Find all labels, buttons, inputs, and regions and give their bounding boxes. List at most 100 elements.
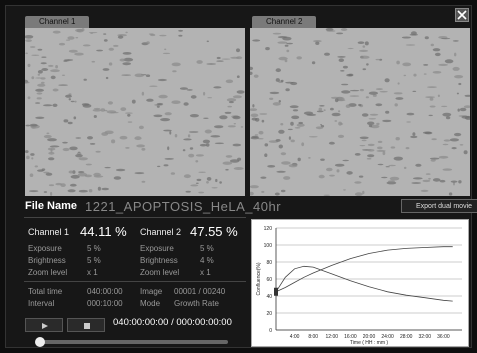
cell: [230, 56, 240, 59]
cell: [227, 125, 236, 128]
cell: [252, 39, 261, 42]
image-label: Image: [140, 287, 163, 296]
cell: [185, 190, 191, 193]
cell: [164, 158, 174, 160]
cell: [233, 167, 244, 170]
cell: [412, 177, 423, 180]
cell: [280, 79, 284, 83]
play-icon: [42, 323, 48, 329]
cell: [67, 36, 75, 40]
cell: [52, 88, 59, 92]
stop-button[interactable]: [67, 318, 105, 332]
tab-channel-1[interactable]: Channel 1: [25, 16, 90, 28]
cell: [164, 48, 167, 51]
cell: [163, 164, 169, 167]
cell: [82, 44, 91, 47]
cell: [259, 113, 268, 115]
tab-channel-2[interactable]: Channel 2: [252, 16, 317, 28]
cell: [122, 62, 131, 66]
cell: [178, 34, 183, 37]
close-icon: [457, 10, 467, 20]
cell: [387, 180, 396, 183]
cell: [377, 146, 383, 150]
cell: [292, 109, 299, 112]
cell: [68, 98, 71, 101]
cell: [206, 63, 217, 65]
cell: [346, 171, 353, 175]
cell: [393, 156, 403, 161]
cell: [401, 36, 411, 39]
cell: [127, 121, 133, 123]
cell: [396, 60, 400, 65]
cell: [40, 77, 46, 80]
cell: [31, 54, 40, 56]
cell: [134, 73, 145, 78]
divider: [24, 217, 246, 218]
stop-icon: [84, 323, 90, 329]
cell: [429, 97, 434, 101]
cell: [452, 66, 460, 71]
cell: [364, 41, 369, 46]
cell: [250, 185, 259, 189]
cell: [368, 91, 378, 95]
cell: [31, 157, 34, 160]
cell: [277, 36, 288, 39]
cell: [48, 64, 54, 67]
cell: [58, 42, 66, 46]
cell: [354, 192, 363, 196]
cell: [369, 113, 379, 116]
mode-label: Mode: [140, 299, 161, 308]
cell: [211, 187, 218, 189]
cell: [102, 68, 110, 71]
cell: [366, 157, 372, 160]
cell: [188, 153, 195, 158]
x-axis-label: Time ( HH : mm ): [350, 340, 388, 346]
cell: [458, 82, 462, 86]
cell: [134, 136, 142, 141]
cell: [85, 163, 92, 166]
y-axis-label: Confluence(%): [256, 262, 262, 295]
cell: [280, 152, 287, 156]
cell: [164, 112, 172, 116]
cell: [438, 63, 448, 66]
cell: [463, 105, 470, 109]
cell: [384, 78, 390, 83]
cell: [167, 146, 170, 151]
cell: [288, 136, 291, 140]
cell: [122, 52, 132, 55]
cell: [277, 41, 288, 44]
cell: [403, 74, 407, 77]
cell: [75, 28, 83, 32]
cell: [100, 108, 106, 112]
timeline-slider[interactable]: [35, 337, 228, 347]
x-tick-label: 4:00: [290, 334, 300, 340]
cell: [198, 191, 205, 194]
cell: [349, 95, 360, 97]
cell: [326, 167, 333, 172]
cell: [459, 144, 464, 146]
cell: [125, 31, 128, 34]
cell: [345, 104, 351, 108]
cell: [224, 111, 232, 114]
cell: [278, 129, 285, 134]
play-button[interactable]: [25, 318, 63, 332]
cell: [25, 81, 30, 84]
cell: [379, 90, 388, 93]
cell: [269, 91, 280, 95]
ch1-brightness-label: Brightness: [28, 256, 66, 265]
cell: [434, 52, 441, 57]
export-dual-movie-button[interactable]: Export dual movie: [401, 199, 477, 213]
cell: [368, 124, 373, 128]
slider-knob[interactable]: [35, 337, 45, 347]
cell: [342, 159, 349, 162]
cell: [395, 97, 404, 100]
cell: [183, 174, 191, 179]
cell: [367, 121, 375, 126]
cell: [120, 107, 127, 111]
cell: [366, 63, 369, 66]
close-button[interactable]: [455, 8, 469, 22]
cell: [354, 153, 361, 156]
cell: [283, 176, 291, 180]
cell: [285, 88, 290, 92]
cell: [108, 47, 115, 51]
